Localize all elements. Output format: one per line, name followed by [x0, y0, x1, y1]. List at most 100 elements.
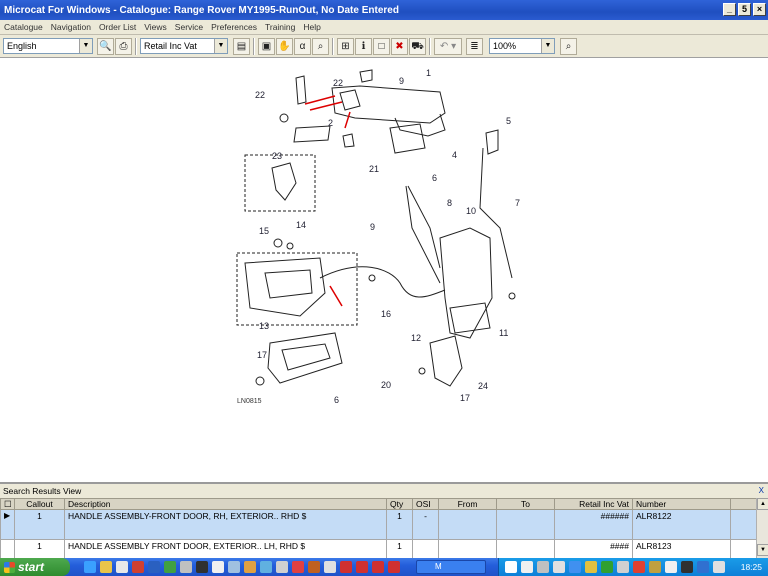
pdf-icon[interactable]: [388, 561, 400, 573]
header-callout[interactable]: Callout: [14, 498, 65, 510]
callout-label[interactable]: 8: [447, 198, 452, 208]
app-icon[interactable]: [244, 561, 256, 573]
menu-training[interactable]: Training: [261, 22, 299, 32]
tray-icon[interactable]: [505, 561, 517, 573]
header-number[interactable]: Number: [632, 498, 731, 510]
tray-icon[interactable]: [537, 561, 549, 573]
app-icon[interactable]: [260, 561, 272, 573]
pdf-icon[interactable]: [340, 561, 352, 573]
image-icon[interactable]: ▣: [258, 38, 275, 55]
callout-label[interactable]: 5: [506, 116, 511, 126]
scroll-up-icon[interactable]: ▲: [757, 498, 768, 510]
callout-label[interactable]: 16: [381, 309, 391, 319]
tray-icon[interactable]: [601, 561, 613, 573]
callout-label[interactable]: 11: [499, 328, 508, 338]
app-icon[interactable]: [276, 561, 288, 573]
results-scrollbar[interactable]: ▲ ▼: [756, 498, 768, 558]
info-icon[interactable]: ℹ: [355, 38, 372, 55]
start-button[interactable]: start: [0, 558, 70, 576]
callout-label[interactable]: 23: [272, 151, 282, 161]
app-icon[interactable]: [180, 561, 192, 573]
zoom-select[interactable]: 100% ▼: [489, 38, 555, 54]
callout-label[interactable]: 1: [426, 68, 431, 78]
callout-label[interactable]: 22: [333, 78, 343, 88]
tray-icon[interactable]: [681, 561, 693, 573]
header-checkbox[interactable]: ☐: [0, 498, 15, 510]
hand-pan-icon[interactable]: ✋: [276, 38, 293, 55]
callout-label[interactable]: 9: [370, 222, 375, 232]
callout-label[interactable]: 6: [432, 173, 437, 183]
menu-help[interactable]: Help: [299, 22, 324, 32]
tray-icon[interactable]: [697, 561, 709, 573]
callout-label[interactable]: 15: [259, 226, 269, 236]
document-icon[interactable]: [116, 561, 128, 573]
callout-label[interactable]: 12: [411, 333, 421, 343]
alpha-icon[interactable]: α: [294, 38, 311, 55]
find-icon[interactable]: 🔍: [97, 38, 114, 55]
close-button[interactable]: ×: [753, 3, 766, 16]
header-description[interactable]: Description: [64, 498, 387, 510]
grid-icon[interactable]: ⊞: [337, 38, 354, 55]
callout-label[interactable]: 21: [369, 164, 379, 174]
maximize-button[interactable]: 5: [738, 3, 751, 16]
minimize-button[interactable]: _: [723, 3, 736, 16]
pdf-icon[interactable]: [356, 561, 368, 573]
app-icon[interactable]: [228, 561, 240, 573]
callout-label[interactable]: 22: [255, 90, 265, 100]
tray-icon[interactable]: [553, 561, 565, 573]
browser-icon[interactable]: [84, 561, 96, 573]
callout-label[interactable]: 4: [452, 150, 457, 160]
tray-icon[interactable]: [585, 561, 597, 573]
speaker-icon[interactable]: [713, 561, 725, 573]
notes-icon[interactable]: ≣: [466, 38, 483, 55]
app-icon[interactable]: [148, 561, 160, 573]
callout-label[interactable]: 14: [296, 220, 306, 230]
back-icon[interactable]: ↶ ▾: [434, 38, 462, 55]
callout-label[interactable]: 10: [466, 206, 476, 216]
magnify-icon[interactable]: ⌕: [312, 38, 329, 55]
app-icon[interactable]: [132, 561, 144, 573]
app-icon[interactable]: [196, 561, 208, 573]
menu-service[interactable]: Service: [171, 22, 207, 32]
app-icon[interactable]: [164, 561, 176, 573]
menu-order-list[interactable]: Order List: [95, 22, 140, 32]
zoom-magnify-icon[interactable]: ⌕: [560, 38, 577, 55]
window-icon[interactable]: □: [373, 38, 390, 55]
menu-navigation[interactable]: Navigation: [47, 22, 95, 32]
app-icon[interactable]: [292, 561, 304, 573]
table-row[interactable]: ▶ 1 HANDLE ASSEMBLY-FRONT DOOR, RH, EXTE…: [0, 509, 757, 540]
price-mode-select[interactable]: Retail Inc Vat ▼: [140, 38, 228, 54]
parts-list-icon[interactable]: ▤: [233, 38, 250, 55]
tray-icon[interactable]: [665, 561, 677, 573]
taskbar-button-microcat[interactable]: M: [416, 560, 486, 574]
app-icon[interactable]: [324, 561, 336, 573]
menu-preferences[interactable]: Preferences: [207, 22, 261, 32]
print-icon[interactable]: ⎙: [115, 38, 132, 55]
callout-label[interactable]: 2: [328, 118, 333, 128]
tray-icon[interactable]: [617, 561, 629, 573]
tray-icon[interactable]: [649, 561, 661, 573]
callout-label[interactable]: 9: [399, 76, 404, 86]
callout-label[interactable]: 13: [259, 321, 269, 331]
results-close-button[interactable]: X: [759, 484, 764, 498]
callout-label[interactable]: 17: [460, 393, 470, 403]
header-osi[interactable]: OSI: [412, 498, 439, 510]
scroll-down-icon[interactable]: ▼: [757, 544, 768, 556]
callout-label[interactable]: 17: [257, 350, 267, 360]
tray-icon[interactable]: [521, 561, 533, 573]
callout-label[interactable]: 7: [515, 198, 520, 208]
callout-label[interactable]: 24: [478, 381, 488, 391]
pdf-icon[interactable]: [372, 561, 384, 573]
menu-catalogue[interactable]: Catalogue: [0, 22, 47, 32]
callout-label[interactable]: 20: [381, 380, 391, 390]
tray-icon[interactable]: [633, 561, 645, 573]
header-qty[interactable]: Qty: [386, 498, 413, 510]
cart-icon[interactable]: ⛟: [409, 38, 426, 55]
header-from[interactable]: From: [438, 498, 497, 510]
delete-icon[interactable]: ✖: [391, 38, 408, 55]
language-select[interactable]: English ▼: [3, 38, 93, 54]
callout-label[interactable]: 6: [334, 395, 339, 405]
app-icon[interactable]: [212, 561, 224, 573]
app-icon[interactable]: [308, 561, 320, 573]
tray-icon[interactable]: [569, 561, 581, 573]
